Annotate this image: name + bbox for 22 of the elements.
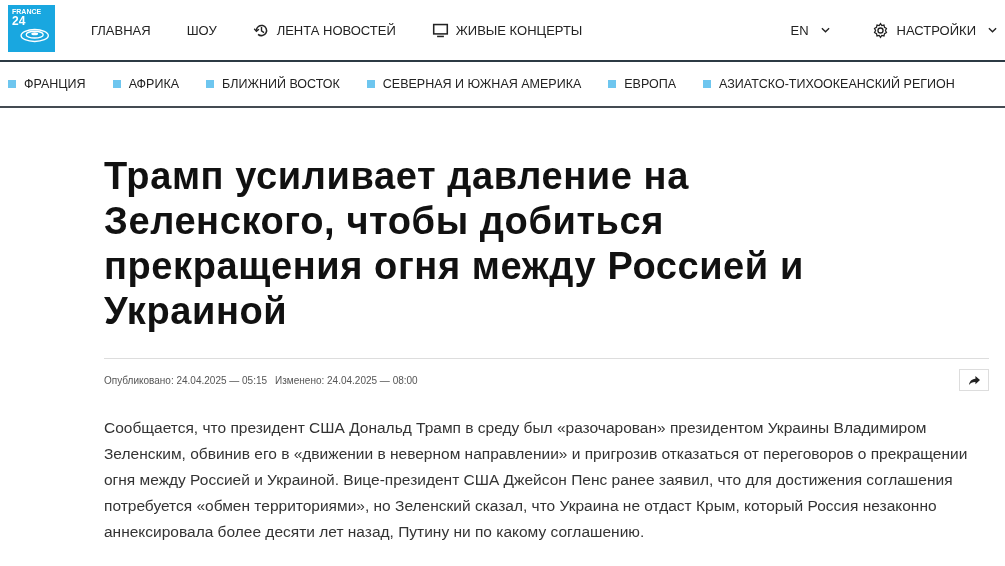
nav-link[interactable]: ГЛАВНАЯ xyxy=(91,21,151,39)
share-icon xyxy=(967,374,981,386)
region-link[interactable]: СЕВЕРНАЯ И ЮЖНАЯ АМЕРИКА xyxy=(366,77,582,91)
article-title: Трамп усиливает давление на Зеленского, чтобы добиться прекращения огня между Россией и Украиной xyxy=(104,154,805,334)
settings-icon xyxy=(871,21,889,39)
nav-link[interactable]: ШОУ xyxy=(186,21,217,39)
nav-link[interactable]: ЛЕНТА НОВОСТЕЙ xyxy=(252,21,396,39)
chevron-down-icon xyxy=(988,27,997,33)
language-dropdown[interactable]: EN xyxy=(782,21,838,39)
settings-dropdown[interactable]: НАСТРОЙКИ xyxy=(863,21,1005,39)
region-link[interactable]: БЛИЖНИЙ ВОСТОК xyxy=(206,77,340,91)
share-button[interactable] xyxy=(959,369,989,391)
region-link[interactable]: ЕВРОПА xyxy=(608,77,677,91)
article-lead: Сообщается, что президент США Дональд Трамп в среду был «разочарован» президентом Украины Владимиром Зеленским, обвинив его в «движении в неверном направлении» и пригрозив отказаться от переговоров о прекращении огня между Россией и Украиной. Вице-президент США Джейсон Пенс ранее заявил, что для достижения соглашения потребуется «обмен территориями», но Зеленский сказал, что Украина не отдаст Крым, который Россия незаконно аннексировала более десяти лет назад, Путину ни по какому соглашению. xyxy=(104,418,969,542)
region-link[interactable]: АЗИАТСКО-ТИХООКЕАНСКИЙ РЕГИОН xyxy=(703,77,955,91)
nav-link[interactable]: ЖИВЫЕ КОНЦЕРТЫ xyxy=(431,21,583,39)
region-link[interactable]: ФРАНЦИЯ xyxy=(8,77,86,91)
region-link[interactable]: АФРИКА xyxy=(112,77,179,91)
published-date: Опубликовано: 24.04.2025 — 05:15 xyxy=(104,374,268,386)
monitor-icon xyxy=(431,21,449,39)
chevron-down-icon xyxy=(820,27,830,33)
modified-date: Изменено: 24.04.2025 — 08:00 xyxy=(275,374,418,386)
